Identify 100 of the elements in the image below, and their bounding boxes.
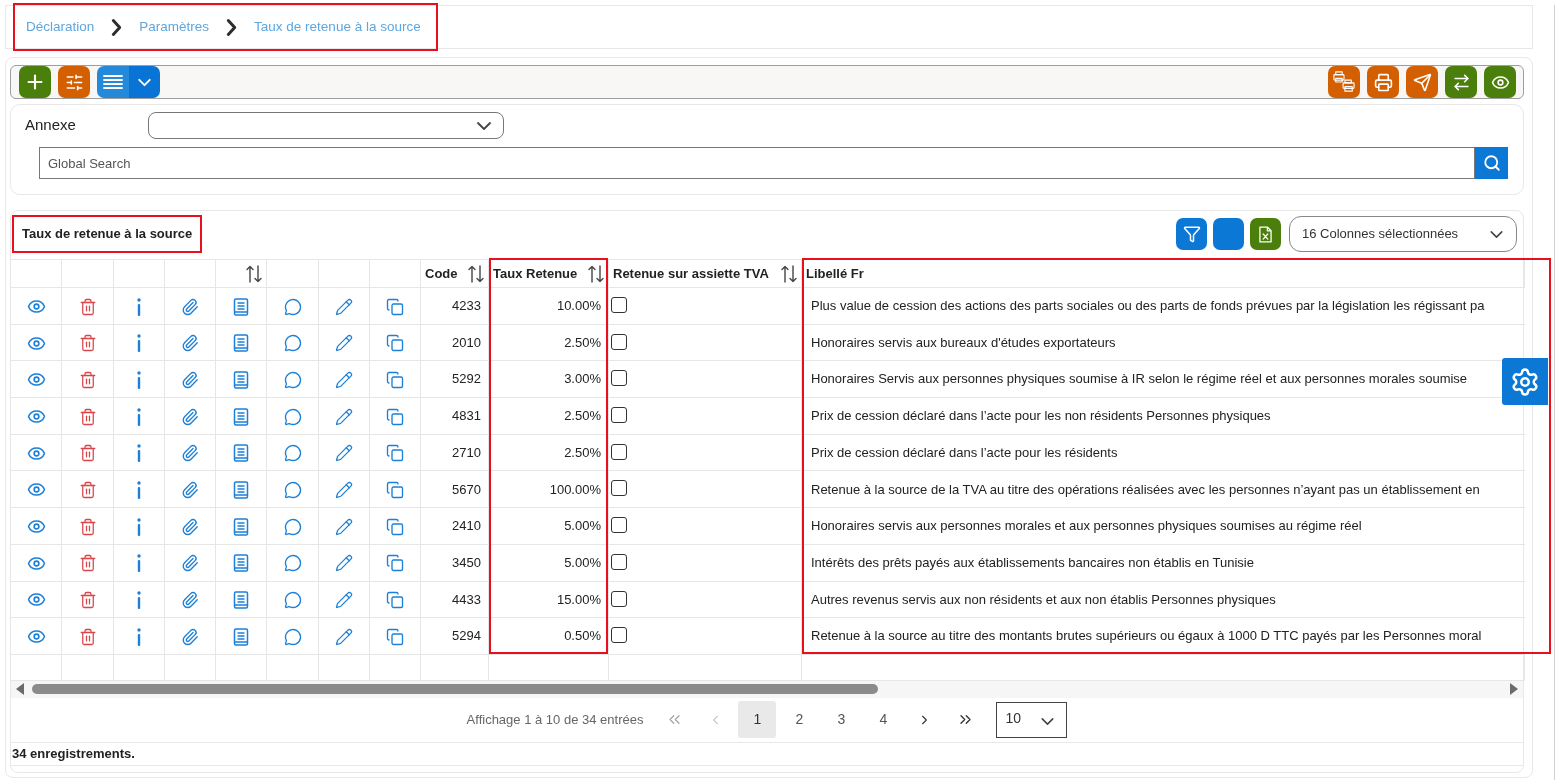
trash-icon[interactable]: [78, 371, 97, 389]
swap-button[interactable]: [1445, 66, 1477, 98]
print-button[interactable]: [1367, 66, 1399, 98]
copy-icon[interactable]: [386, 407, 404, 426]
empty-button[interactable]: [1213, 218, 1244, 250]
document-icon[interactable]: [233, 481, 249, 500]
pencil-icon[interactable]: [335, 591, 353, 610]
copy-icon[interactable]: [386, 444, 404, 463]
trash-icon[interactable]: [78, 481, 97, 500]
checkbox[interactable]: [611, 370, 627, 387]
paperclip-icon[interactable]: [181, 334, 199, 353]
trash-icon[interactable]: [78, 297, 97, 316]
sort-icon[interactable]: [246, 264, 262, 283]
pencil-icon[interactable]: [335, 627, 353, 646]
pencil-icon[interactable]: [335, 517, 353, 536]
document-icon[interactable]: [233, 627, 249, 646]
speech-bubble-icon[interactable]: [283, 444, 302, 463]
paperclip-icon[interactable]: [181, 591, 199, 610]
copy-icon[interactable]: [386, 554, 404, 573]
speech-bubble-icon[interactable]: [283, 297, 302, 316]
paperclip-icon[interactable]: [181, 627, 199, 646]
info-icon[interactable]: [137, 627, 141, 646]
speech-bubble-icon[interactable]: [283, 481, 302, 500]
trash-icon[interactable]: [78, 591, 97, 610]
copy-icon[interactable]: [386, 297, 404, 316]
info-icon[interactable]: [137, 407, 141, 426]
checkbox[interactable]: [611, 517, 627, 534]
scrollbar-thumb[interactable]: [32, 684, 878, 695]
copy-icon[interactable]: [386, 627, 404, 646]
column-picker[interactable]: 16 Colonnes sélectionnées: [1289, 216, 1517, 252]
pencil-icon[interactable]: [335, 407, 353, 426]
info-icon[interactable]: [137, 444, 141, 463]
view-button[interactable]: [1484, 66, 1516, 98]
speech-bubble-icon[interactable]: [283, 371, 302, 389]
checkbox[interactable]: [611, 590, 627, 607]
page-button[interactable]: 1: [738, 701, 777, 739]
trash-icon[interactable]: [78, 517, 97, 536]
checkbox[interactable]: [611, 407, 627, 424]
document-icon[interactable]: [233, 517, 249, 536]
document-icon[interactable]: [233, 371, 249, 389]
checkbox[interactable]: [611, 443, 627, 460]
paperclip-icon[interactable]: [181, 297, 199, 316]
document-icon[interactable]: [233, 297, 249, 316]
excel-export-button[interactable]: [1250, 218, 1281, 250]
copy-icon[interactable]: [386, 517, 404, 536]
checkbox[interactable]: [611, 333, 627, 350]
checkbox[interactable]: [611, 480, 627, 497]
document-icon[interactable]: [233, 591, 249, 610]
copy-icon[interactable]: [386, 371, 404, 389]
eye-icon[interactable]: [26, 517, 46, 536]
speech-bubble-icon[interactable]: [283, 554, 302, 573]
info-icon[interactable]: [137, 591, 141, 610]
info-icon[interactable]: [137, 334, 141, 353]
sort-icon[interactable]: [588, 264, 604, 283]
scroll-right-icon[interactable]: [1510, 683, 1518, 696]
document-icon[interactable]: [233, 444, 249, 463]
speech-bubble-icon[interactable]: [283, 517, 302, 536]
info-icon[interactable]: [137, 297, 141, 316]
document-icon[interactable]: [233, 407, 249, 426]
dropdown-button[interactable]: [129, 66, 160, 98]
page-button[interactable]: 2: [780, 701, 819, 739]
speech-bubble-icon[interactable]: [283, 334, 302, 353]
pencil-icon[interactable]: [335, 371, 353, 389]
sort-icon[interactable]: [468, 264, 484, 283]
pencil-icon[interactable]: [335, 444, 353, 463]
paperclip-icon[interactable]: [181, 517, 199, 536]
document-icon[interactable]: [233, 554, 249, 573]
copy-icon[interactable]: [386, 481, 404, 500]
sliders-button[interactable]: [58, 66, 90, 98]
checkbox[interactable]: [611, 627, 627, 644]
document-icon[interactable]: [233, 334, 249, 353]
page-button[interactable]: 4: [864, 701, 903, 739]
paperclip-icon[interactable]: [181, 371, 199, 389]
speech-bubble-icon[interactable]: [283, 407, 302, 426]
add-button[interactable]: [19, 66, 51, 98]
pencil-icon[interactable]: [335, 481, 353, 500]
pencil-icon[interactable]: [335, 334, 353, 353]
send-button[interactable]: [1406, 66, 1438, 98]
trash-icon[interactable]: [78, 554, 97, 573]
scroll-left-icon[interactable]: [16, 683, 24, 696]
filter-button[interactable]: [1176, 218, 1207, 250]
pencil-icon[interactable]: [335, 554, 353, 573]
info-icon[interactable]: [137, 481, 141, 500]
list-button[interactable]: [97, 66, 129, 98]
checkbox[interactable]: [611, 297, 627, 313]
trash-icon[interactable]: [78, 407, 97, 426]
paperclip-icon[interactable]: [181, 554, 199, 573]
paperclip-icon[interactable]: [181, 444, 199, 463]
trash-icon[interactable]: [78, 334, 97, 353]
copy-icon[interactable]: [386, 334, 404, 353]
paperclip-icon[interactable]: [181, 407, 199, 426]
trash-icon[interactable]: [78, 627, 97, 646]
page-button[interactable]: 3: [822, 701, 861, 739]
speech-bubble-icon[interactable]: [283, 627, 302, 646]
search-field[interactable]: Global Search: [39, 147, 1475, 179]
copy-icon[interactable]: [386, 591, 404, 610]
search-button[interactable]: [1475, 147, 1508, 179]
info-icon[interactable]: [137, 554, 141, 573]
print-all-button[interactable]: [1328, 66, 1360, 98]
annexe-select[interactable]: [148, 112, 504, 139]
